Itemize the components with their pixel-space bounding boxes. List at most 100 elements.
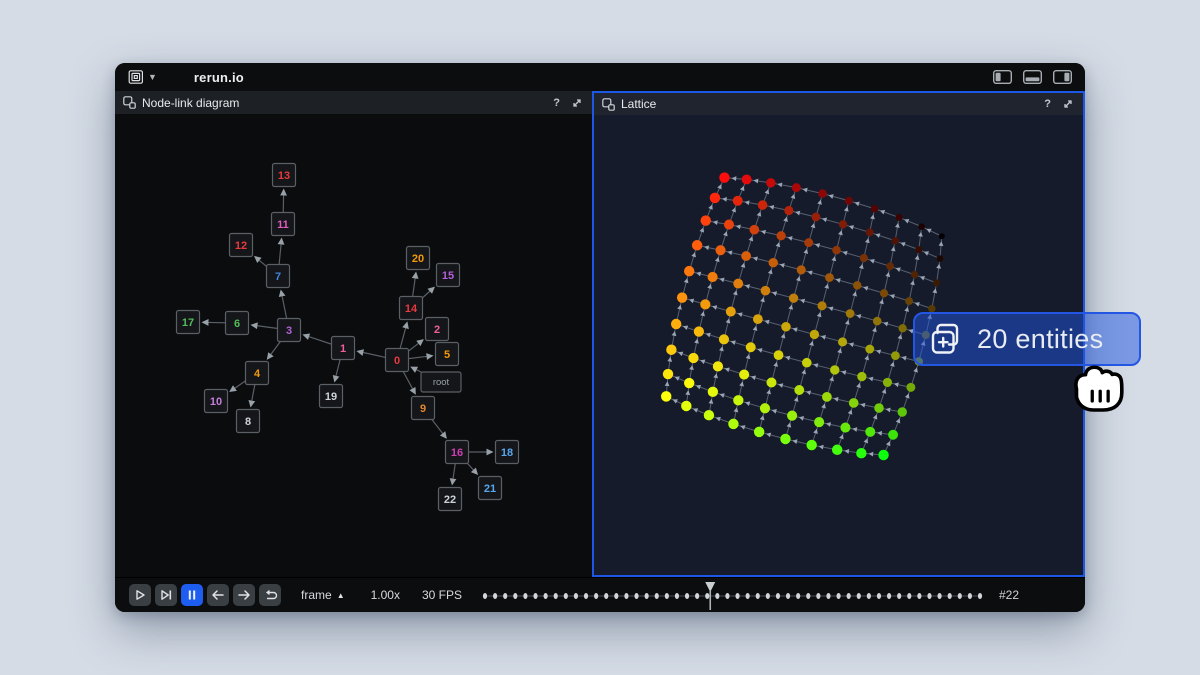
lattice-node[interactable] <box>739 369 749 379</box>
lattice-node[interactable] <box>939 233 945 239</box>
lattice-node[interactable] <box>794 385 804 395</box>
graph-node-root[interactable]: root <box>421 372 461 392</box>
lattice-node[interactable] <box>883 378 892 387</box>
lattice-node[interactable] <box>891 351 900 360</box>
lattice-node[interactable] <box>681 401 691 411</box>
step-back-button[interactable] <box>207 584 229 606</box>
lattice-node[interactable] <box>766 377 776 387</box>
lattice-node[interactable] <box>818 189 826 197</box>
lattice-node[interactable] <box>838 337 847 346</box>
lattice-node[interactable] <box>780 434 790 444</box>
graph-node-3[interactable]: 3 <box>278 319 301 342</box>
lattice-node[interactable] <box>792 183 801 192</box>
lattice-node[interactable] <box>856 448 866 458</box>
lattice-node[interactable] <box>839 220 847 228</box>
lattice-node[interactable] <box>710 193 720 203</box>
lattice-node[interactable] <box>874 403 884 413</box>
lattice-node[interactable] <box>849 398 859 408</box>
help-button[interactable]: ? <box>1040 98 1055 110</box>
lattice-node[interactable] <box>684 266 694 276</box>
lattice-node[interactable] <box>716 245 726 255</box>
app-menu-button[interactable]: ▼ <box>128 69 157 85</box>
left-panel-toggle-icon[interactable] <box>993 70 1012 84</box>
lattice-node[interactable] <box>933 279 940 286</box>
lattice-node[interactable] <box>905 297 913 305</box>
lattice-node[interactable] <box>742 174 752 184</box>
play-button[interactable] <box>129 584 151 606</box>
lattice-node[interactable] <box>810 330 819 339</box>
graph-node-11[interactable]: 11 <box>272 213 295 236</box>
lattice-node[interactable] <box>899 324 907 332</box>
lattice-node[interactable] <box>733 395 743 405</box>
lattice-node[interactable] <box>708 387 718 397</box>
lattice-node[interactable] <box>906 383 915 392</box>
lattice-node[interactable] <box>797 265 806 274</box>
lattice-node[interactable] <box>886 262 894 270</box>
timeline-selector[interactable]: frame ▲ <box>301 588 345 602</box>
lattice-node[interactable] <box>688 353 698 363</box>
bottom-panel-toggle-icon[interactable] <box>1023 70 1042 84</box>
lattice-node[interactable] <box>784 206 793 215</box>
lattice-node[interactable] <box>898 407 907 416</box>
maximize-view-icon[interactable] <box>570 96 584 110</box>
lattice-node[interactable] <box>802 358 812 368</box>
lattice-node[interactable] <box>857 372 866 381</box>
graph-node-19[interactable]: 19 <box>320 385 343 408</box>
right-panel-toggle-icon[interactable] <box>1053 70 1072 84</box>
graph-node-16[interactable]: 16 <box>446 441 469 464</box>
lattice-node[interactable] <box>701 215 711 225</box>
lattice-node[interactable] <box>822 392 832 402</box>
graph-node-4[interactable]: 4 <box>246 362 269 385</box>
lattice-node[interactable] <box>911 271 918 278</box>
lattice-node[interactable] <box>830 365 839 374</box>
lattice-node[interactable] <box>754 427 764 437</box>
lattice-node[interactable] <box>860 254 868 262</box>
lattice-node[interactable] <box>708 272 718 282</box>
lattice-node[interactable] <box>677 292 687 302</box>
graph-node-21[interactable]: 21 <box>479 477 502 500</box>
step-next-button[interactable] <box>233 584 255 606</box>
graph-node-0[interactable]: 0 <box>386 349 409 372</box>
graph-node-2[interactable]: 2 <box>426 318 449 341</box>
lattice-node[interactable] <box>733 196 743 206</box>
lattice-node[interactable] <box>871 205 878 213</box>
lattice-node[interactable] <box>865 345 874 354</box>
lattice-node[interactable] <box>896 214 903 221</box>
lattice-node[interactable] <box>891 237 898 244</box>
lattice-node[interactable] <box>761 286 771 296</box>
graph-node-6[interactable]: 6 <box>226 312 249 335</box>
lattice-node[interactable] <box>726 307 736 317</box>
lattice-node[interactable] <box>719 172 729 182</box>
lattice-node[interactable] <box>915 246 922 253</box>
lattice-node[interactable] <box>713 361 723 371</box>
lattice-node[interactable] <box>766 178 775 187</box>
lattice-node[interactable] <box>845 197 853 205</box>
lattice-node[interactable] <box>684 378 694 388</box>
lattice-node[interactable] <box>880 289 888 297</box>
lattice-node[interactable] <box>804 238 813 247</box>
lattice-node[interactable] <box>741 251 751 261</box>
node-link-view-header[interactable]: Node-link diagram ? <box>115 91 592 114</box>
lattice-view-header[interactable]: Lattice ? <box>594 93 1083 115</box>
lattice-node[interactable] <box>774 350 784 360</box>
pause-button[interactable] <box>181 584 203 606</box>
lattice-node[interactable] <box>878 450 888 460</box>
graph-node-20[interactable]: 20 <box>407 247 430 270</box>
lattice-node[interactable] <box>825 273 834 282</box>
lattice-node[interactable] <box>666 344 676 354</box>
lattice-node[interactable] <box>865 427 875 437</box>
lattice-node[interactable] <box>746 342 756 352</box>
graph-node-7[interactable]: 7 <box>267 265 290 288</box>
lattice-node[interactable] <box>812 213 821 222</box>
graph-node-17[interactable]: 17 <box>177 311 200 334</box>
node-link-canvas[interactable]: 1311127176320151421054root19108916182122 <box>115 114 592 577</box>
step-forward-button[interactable] <box>155 584 177 606</box>
lattice-node[interactable] <box>806 440 816 450</box>
lattice-node[interactable] <box>724 220 734 230</box>
lattice-node[interactable] <box>787 411 797 421</box>
timeline-scrubber[interactable] <box>480 578 985 612</box>
lattice-node[interactable] <box>671 319 681 329</box>
lattice-node[interactable] <box>769 258 778 267</box>
lattice-node[interactable] <box>760 403 770 413</box>
lattice-node[interactable] <box>661 391 671 401</box>
